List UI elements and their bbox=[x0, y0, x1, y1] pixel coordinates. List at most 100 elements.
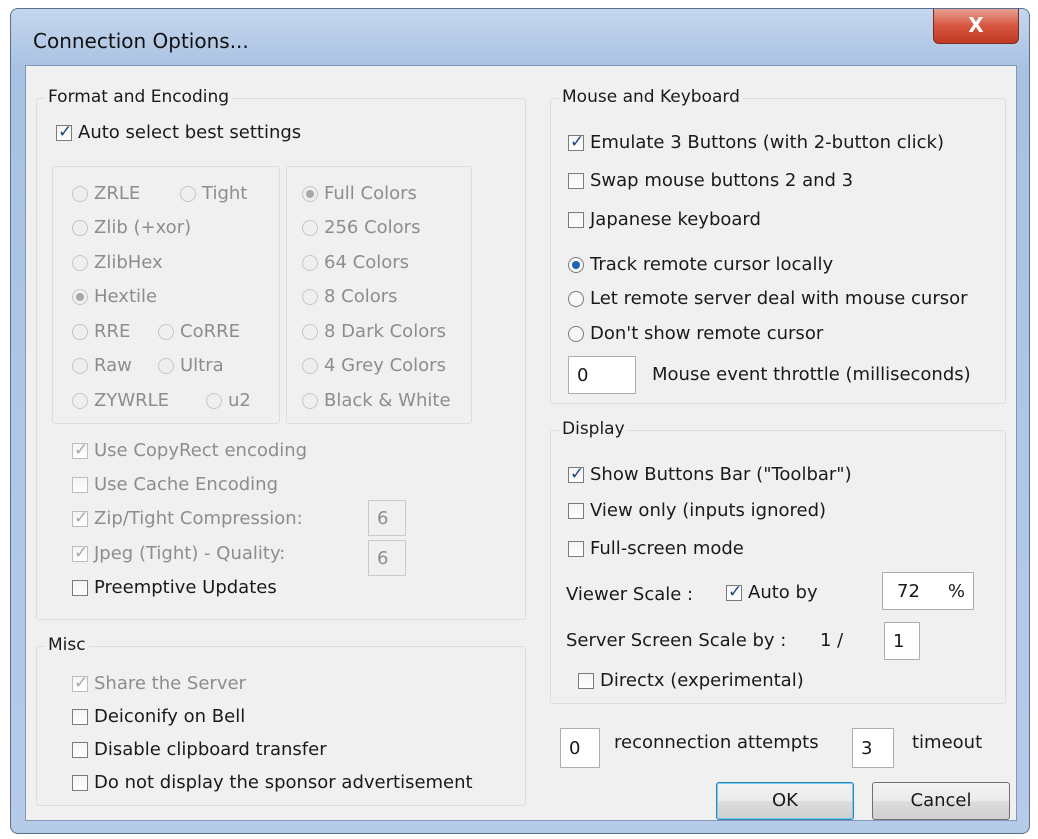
ok-button[interactable]: OK bbox=[716, 782, 854, 820]
radio-hextile[interactable]: Hextile bbox=[72, 286, 157, 307]
radio-icon[interactable] bbox=[302, 254, 318, 271]
radio-icon[interactable] bbox=[302, 323, 318, 340]
check-icon[interactable] bbox=[726, 582, 742, 602]
display-label: Display bbox=[559, 419, 628, 439]
radio-u2[interactable]: u2 bbox=[206, 390, 251, 411]
japanese-keyboard-checkbox[interactable]: Japanese keyboard bbox=[568, 209, 761, 230]
check-icon[interactable] bbox=[568, 464, 584, 484]
radio-label: ZYWRLE bbox=[94, 390, 170, 411]
radio-corre[interactable]: CoRRE bbox=[158, 321, 240, 342]
emulate-3-buttons-checkbox[interactable]: Emulate 3 Buttons (with 2-button click) bbox=[568, 132, 944, 153]
radio-label: CoRRE bbox=[180, 321, 240, 342]
radio-icon[interactable] bbox=[72, 219, 88, 236]
check-icon[interactable] bbox=[568, 540, 584, 557]
check-icon[interactable] bbox=[72, 708, 88, 725]
radio-icon[interactable] bbox=[72, 392, 88, 409]
check-icon[interactable] bbox=[72, 741, 88, 758]
check-icon[interactable] bbox=[72, 508, 88, 528]
radio-icon[interactable] bbox=[72, 323, 88, 340]
radio-icon[interactable] bbox=[158, 323, 174, 340]
radio-zlibhex[interactable]: ZlibHex bbox=[72, 252, 163, 273]
radio-label: ZRLE bbox=[94, 183, 141, 204]
check-icon[interactable] bbox=[72, 774, 88, 791]
reconnect-attempts-input[interactable]: 0 bbox=[560, 728, 600, 768]
radio-8-dark-colors[interactable]: 8 Dark Colors bbox=[302, 321, 446, 342]
radio-full-colors[interactable]: Full Colors bbox=[302, 183, 417, 204]
swap-buttons-checkbox[interactable]: Swap mouse buttons 2 and 3 bbox=[568, 170, 853, 191]
radio-8-colors[interactable]: 8 Colors bbox=[302, 286, 398, 307]
radio-ultra[interactable]: Ultra bbox=[158, 355, 224, 376]
radio-track-cursor[interactable]: Track remote cursor locally bbox=[568, 254, 833, 275]
directx-checkbox[interactable]: Directx (experimental) bbox=[578, 670, 804, 691]
mouse-throttle-input[interactable]: 0 bbox=[568, 356, 636, 394]
radio-icon[interactable] bbox=[302, 392, 318, 409]
check-icon[interactable] bbox=[72, 476, 88, 493]
radio-64-colors[interactable]: 64 Colors bbox=[302, 252, 409, 273]
disable-clipboard-checkbox[interactable]: Disable clipboard transfer bbox=[72, 739, 327, 760]
radio-icon[interactable] bbox=[72, 288, 88, 305]
checkbox-label: Japanese keyboard bbox=[590, 209, 761, 230]
cache-checkbox[interactable]: Use Cache Encoding bbox=[72, 474, 278, 495]
radio-icon[interactable] bbox=[302, 288, 318, 305]
view-only-checkbox[interactable]: View only (inputs ignored) bbox=[568, 500, 826, 521]
radio-icon[interactable] bbox=[302, 185, 318, 202]
auto-select-checkbox[interactable]: Auto select best settings bbox=[56, 122, 301, 143]
radio-raw[interactable]: Raw bbox=[72, 355, 132, 376]
radio-icon[interactable] bbox=[568, 256, 584, 273]
radio-icon[interactable] bbox=[72, 357, 88, 374]
check-icon[interactable] bbox=[72, 543, 88, 563]
radio-hide-cursor[interactable]: Don't show remote cursor bbox=[568, 323, 823, 344]
timeout-input[interactable]: 3 bbox=[852, 728, 894, 768]
radio-zrle[interactable]: ZRLE bbox=[72, 183, 140, 204]
viewer-scale-input[interactable]: 72 % bbox=[882, 572, 974, 610]
deiconify-bell-checkbox[interactable]: Deiconify on Bell bbox=[72, 706, 245, 727]
jpeg-quality-checkbox[interactable]: Jpeg (Tight) - Quality: bbox=[72, 543, 285, 564]
radio-label: Tight bbox=[202, 183, 248, 204]
radio-icon[interactable] bbox=[72, 185, 88, 202]
radio-icon[interactable] bbox=[158, 357, 174, 374]
check-icon[interactable] bbox=[72, 579, 88, 596]
preemptive-updates-checkbox[interactable]: Preemptive Updates bbox=[72, 577, 277, 598]
radio-icon[interactable] bbox=[206, 392, 222, 409]
radio-icon[interactable] bbox=[302, 357, 318, 374]
show-toolbar-checkbox[interactable]: Show Buttons Bar ("Toolbar") bbox=[568, 464, 852, 485]
auto-scale-checkbox[interactable]: Auto by bbox=[726, 582, 818, 603]
radio-4-grey-colors[interactable]: 4 Grey Colors bbox=[302, 355, 446, 376]
percent-sign: % bbox=[947, 580, 965, 602]
radio-black-white[interactable]: Black & White bbox=[302, 390, 451, 411]
check-icon[interactable] bbox=[72, 673, 88, 693]
radio-server-cursor[interactable]: Let remote server deal with mouse cursor bbox=[568, 288, 968, 309]
radio-label: Raw bbox=[94, 355, 132, 376]
check-icon[interactable] bbox=[568, 502, 584, 519]
checkbox-label: Deiconify on Bell bbox=[94, 706, 246, 727]
radio-label: Don't show remote cursor bbox=[590, 323, 824, 344]
fullscreen-checkbox[interactable]: Full-screen mode bbox=[568, 538, 744, 559]
radio-tight[interactable]: Tight bbox=[180, 183, 247, 204]
auto-select-check-icon[interactable] bbox=[56, 122, 72, 142]
radio-zywrle[interactable]: ZYWRLE bbox=[72, 390, 169, 411]
radio-icon[interactable] bbox=[568, 290, 584, 307]
check-icon[interactable] bbox=[568, 211, 584, 228]
jpeg-quality-input[interactable]: 6 bbox=[368, 540, 406, 576]
zip-compression-input[interactable]: 6 bbox=[368, 500, 406, 536]
radio-zlib[interactable]: Zlib (+xor) bbox=[72, 217, 191, 238]
radio-icon[interactable] bbox=[72, 254, 88, 271]
check-icon[interactable] bbox=[578, 672, 594, 689]
cancel-button[interactable]: Cancel bbox=[872, 782, 1010, 820]
radio-icon[interactable] bbox=[180, 185, 196, 202]
check-icon[interactable] bbox=[568, 132, 584, 152]
server-scale-input[interactable]: 1 bbox=[884, 622, 920, 660]
title-bar[interactable]: Connection Options... X bbox=[11, 9, 1029, 65]
close-button[interactable]: X bbox=[933, 9, 1019, 44]
zip-compression-checkbox[interactable]: Zip/Tight Compression: bbox=[72, 508, 303, 529]
copyrect-checkbox[interactable]: Use CopyRect encoding bbox=[72, 440, 307, 461]
check-icon[interactable] bbox=[72, 440, 88, 460]
radio-icon[interactable] bbox=[568, 325, 584, 342]
radio-256-colors[interactable]: 256 Colors bbox=[302, 217, 420, 238]
radio-rre[interactable]: RRE bbox=[72, 321, 130, 342]
server-scale-label: Server Screen Scale by : bbox=[566, 630, 787, 651]
share-server-checkbox[interactable]: Share the Server bbox=[72, 673, 246, 694]
no-sponsor-checkbox[interactable]: Do not display the sponsor advertisement bbox=[72, 772, 473, 793]
radio-icon[interactable] bbox=[302, 219, 318, 236]
check-icon[interactable] bbox=[568, 172, 584, 189]
